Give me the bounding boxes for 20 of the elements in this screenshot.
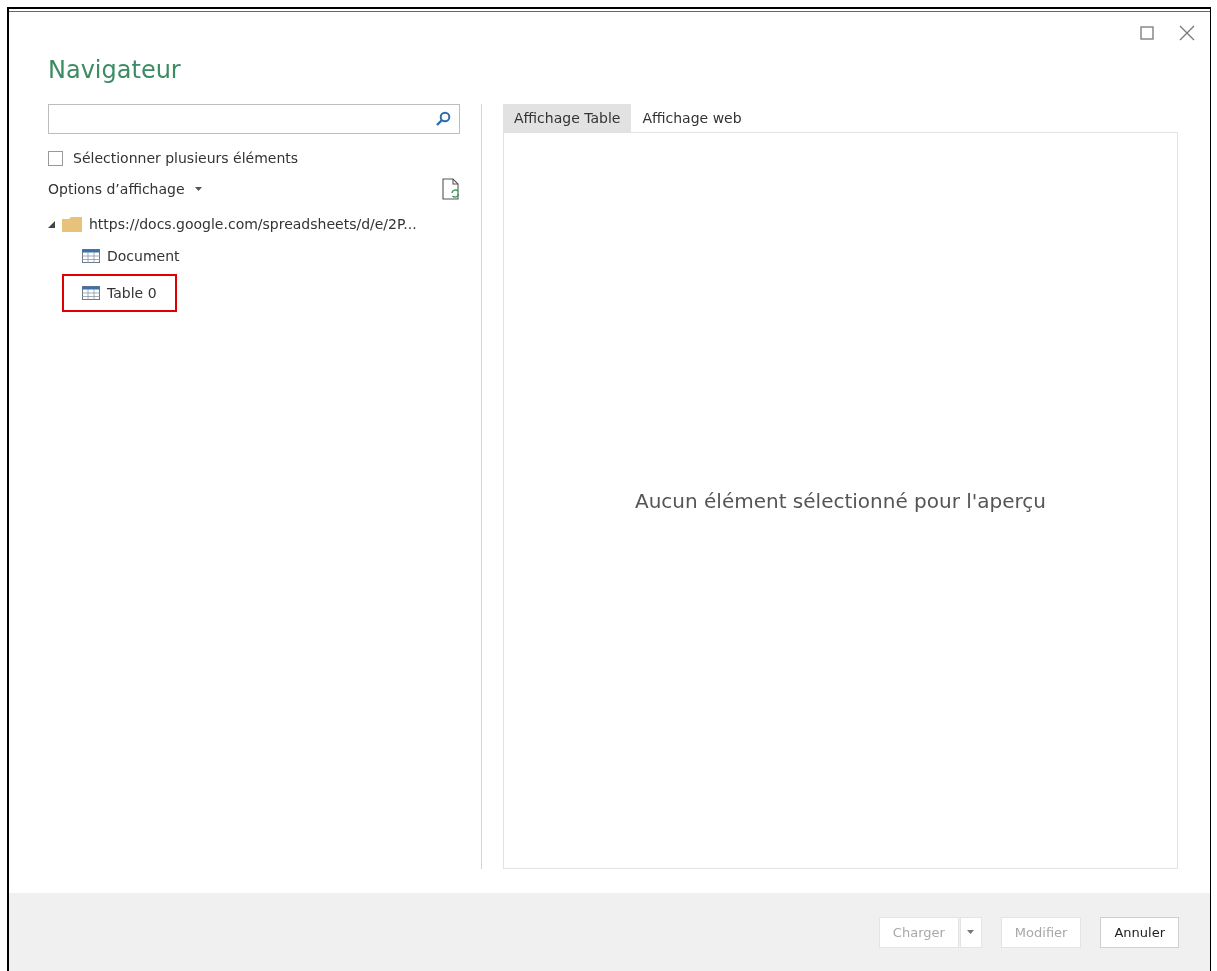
search-field[interactable] [48, 104, 460, 134]
folder-icon [62, 216, 82, 232]
tree-item[interactable]: Document [82, 242, 180, 270]
checkbox-label: Sélectionner plusieurs éléments [73, 150, 299, 166]
tree-item[interactable]: Table 0 [64, 276, 175, 310]
checkbox[interactable] [48, 150, 63, 166]
caret-icon [967, 930, 975, 934]
action-button[interactable]: Annuler [1100, 916, 1179, 948]
tree-item[interactable]: https://docs.google.com/spreadsheets/d/e/2P... [48, 210, 460, 238]
maximize-button[interactable] [1138, 24, 1156, 42]
table-icon [82, 249, 100, 263]
display-options-dropdown[interactable]: Options d’affichage [48, 181, 202, 197]
refresh-document-icon[interactable] [442, 180, 460, 198]
caret-icon [194, 187, 202, 191]
close-button[interactable] [1178, 24, 1196, 42]
table-icon [82, 286, 100, 300]
search-icon [435, 111, 451, 127]
empty-preview-message: Aucun élément sélectionné pour l'aperçu [634, 488, 1047, 513]
tab[interactable]: Affichage Table [503, 104, 632, 132]
window-title: Navigateur [48, 56, 182, 84]
